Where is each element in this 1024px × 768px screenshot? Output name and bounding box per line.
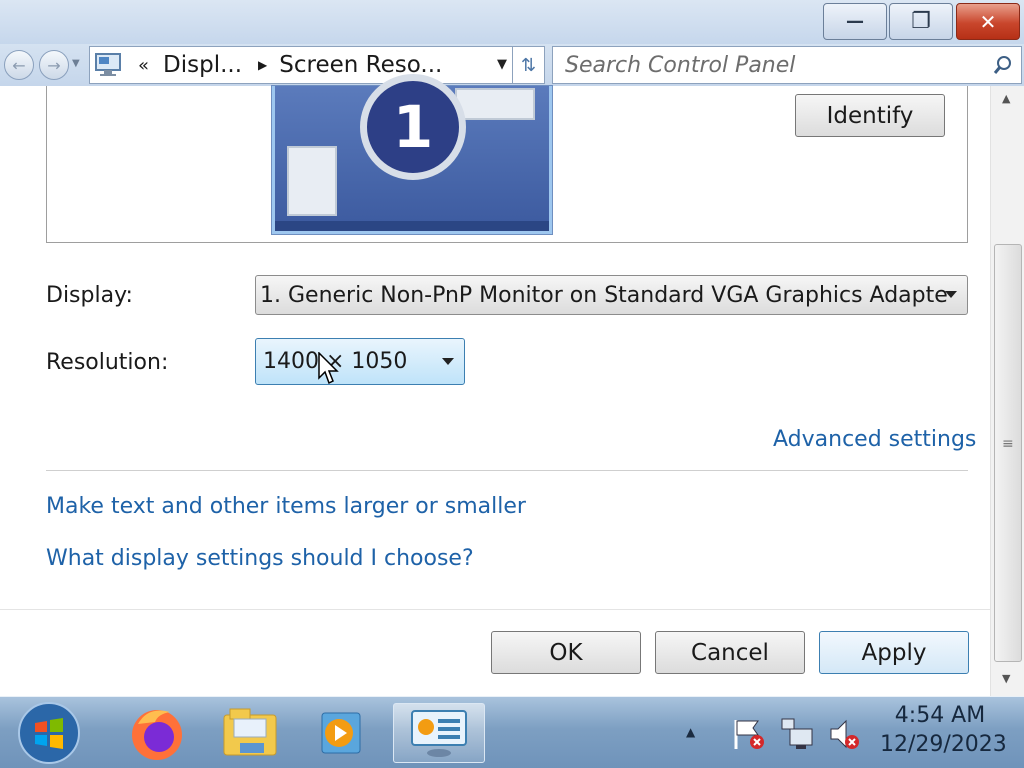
vertical-scrollbar[interactable]: ▲ ≡ ▼ xyxy=(990,86,1024,696)
breadcrumb-display[interactable]: Displ... xyxy=(163,52,242,78)
ok-button[interactable]: OK xyxy=(491,631,641,674)
refresh-button[interactable]: ⇅ xyxy=(513,46,545,84)
display-label: Display: xyxy=(46,283,133,308)
title-bar[interactable]: — ❐ ✕ xyxy=(0,0,1024,44)
close-button[interactable]: ✕ xyxy=(956,3,1020,40)
forward-arrow-icon: → xyxy=(47,55,61,75)
desktop-window-graphic xyxy=(287,146,337,216)
control-panel-icon xyxy=(95,53,121,76)
control-panel-icon xyxy=(411,710,467,757)
display-select[interactable]: 1. Generic Non-PnP Monitor on Standard V… xyxy=(255,275,968,315)
chevron-down-icon xyxy=(945,291,957,298)
monitor-number-badge: 1 xyxy=(360,74,466,180)
screen-resolution-window: — ❐ ✕ ← → ▼ « Displ... ▶ Screen Reso... … xyxy=(0,0,1024,696)
cancel-button[interactable]: Cancel xyxy=(655,631,805,674)
advanced-settings-link[interactable]: Advanced settings xyxy=(773,427,976,452)
monitor-preview-panel: 1 Identify xyxy=(46,74,968,243)
volume-muted-icon[interactable] xyxy=(828,717,862,751)
network-icon[interactable] xyxy=(780,717,814,751)
clock-time: 4:54 AM xyxy=(894,703,986,728)
taskbar-media-player[interactable] xyxy=(305,703,375,763)
apply-button[interactable]: Apply xyxy=(819,631,969,674)
search-box[interactable]: Search Control Panel xyxy=(552,46,1022,84)
start-button[interactable] xyxy=(14,702,84,764)
taskbar-file-explorer[interactable] xyxy=(215,703,285,763)
address-dropdown-icon[interactable]: ▼ xyxy=(497,57,507,72)
resolution-select[interactable]: 1400 × 1050 xyxy=(255,338,465,385)
mouse-pointer-icon xyxy=(318,352,339,385)
minimize-button[interactable]: — xyxy=(823,3,887,40)
recent-pages-dropdown[interactable]: ▼ xyxy=(72,58,80,69)
display-settings-help-link[interactable]: What display settings should I choose? xyxy=(46,546,474,571)
breadcrumb-separator-icon[interactable]: ▶ xyxy=(258,58,267,72)
desktop-window-graphic xyxy=(455,88,535,120)
taskbar: ▲ 4:54 AM 12/29/2023 xyxy=(0,696,1024,768)
clock-date: 12/29/2023 xyxy=(880,732,1007,757)
taskbar-clock[interactable]: 4:54 AM 12/29/2023 xyxy=(880,703,1007,757)
scroll-up-icon[interactable]: ▲ xyxy=(1002,92,1010,105)
file-explorer-icon xyxy=(223,708,277,756)
search-input[interactable]: Search Control Panel xyxy=(565,53,795,78)
forward-button[interactable]: → xyxy=(39,50,69,80)
restore-icon: ❐ xyxy=(911,9,931,34)
scroll-down-icon[interactable]: ▼ xyxy=(1002,672,1010,685)
refresh-icon: ⇅ xyxy=(520,54,537,76)
action-center-flag-icon[interactable] xyxy=(732,717,766,751)
content-area: 1 Identify Display: 1. Generic Non-PnP M… xyxy=(0,74,990,696)
start-orb-icon xyxy=(18,702,80,764)
scrollbar-thumb[interactable]: ≡ xyxy=(994,244,1022,662)
close-icon: ✕ xyxy=(979,9,997,34)
footer-divider xyxy=(0,609,990,610)
minimize-icon: — xyxy=(846,11,864,32)
maximize-button[interactable]: ❐ xyxy=(889,3,953,40)
back-arrow-icon: ← xyxy=(12,55,26,75)
display-select-value: 1. Generic Non-PnP Monitor on Standard V… xyxy=(260,282,948,308)
chevron-down-icon: ▼ xyxy=(72,58,80,69)
show-hidden-icons-icon[interactable]: ▲ xyxy=(686,725,695,739)
identify-button[interactable]: Identify xyxy=(795,94,945,137)
mini-taskbar xyxy=(275,221,549,231)
taskbar-firefox[interactable] xyxy=(122,703,192,763)
divider xyxy=(46,470,968,471)
search-icon xyxy=(993,56,1011,74)
navigation-bar: ← → ▼ « Displ... ▶ Screen Reso... ▼ ⇅ Se… xyxy=(0,44,1024,86)
chevron-down-icon xyxy=(442,358,454,365)
breadcrumb-overflow[interactable]: « xyxy=(138,55,149,76)
address-bar[interactable]: « Displ... ▶ Screen Reso... ▼ xyxy=(89,46,513,84)
monitor-1-thumbnail[interactable]: 1 xyxy=(272,74,552,234)
grip-icon: ≡ xyxy=(1002,436,1014,452)
back-button[interactable]: ← xyxy=(4,50,34,80)
resolution-label: Resolution: xyxy=(46,350,169,375)
text-size-link[interactable]: Make text and other items larger or smal… xyxy=(46,494,526,519)
media-player-icon xyxy=(321,712,361,754)
taskbar-control-panel[interactable] xyxy=(393,703,485,763)
firefox-icon xyxy=(132,710,182,760)
